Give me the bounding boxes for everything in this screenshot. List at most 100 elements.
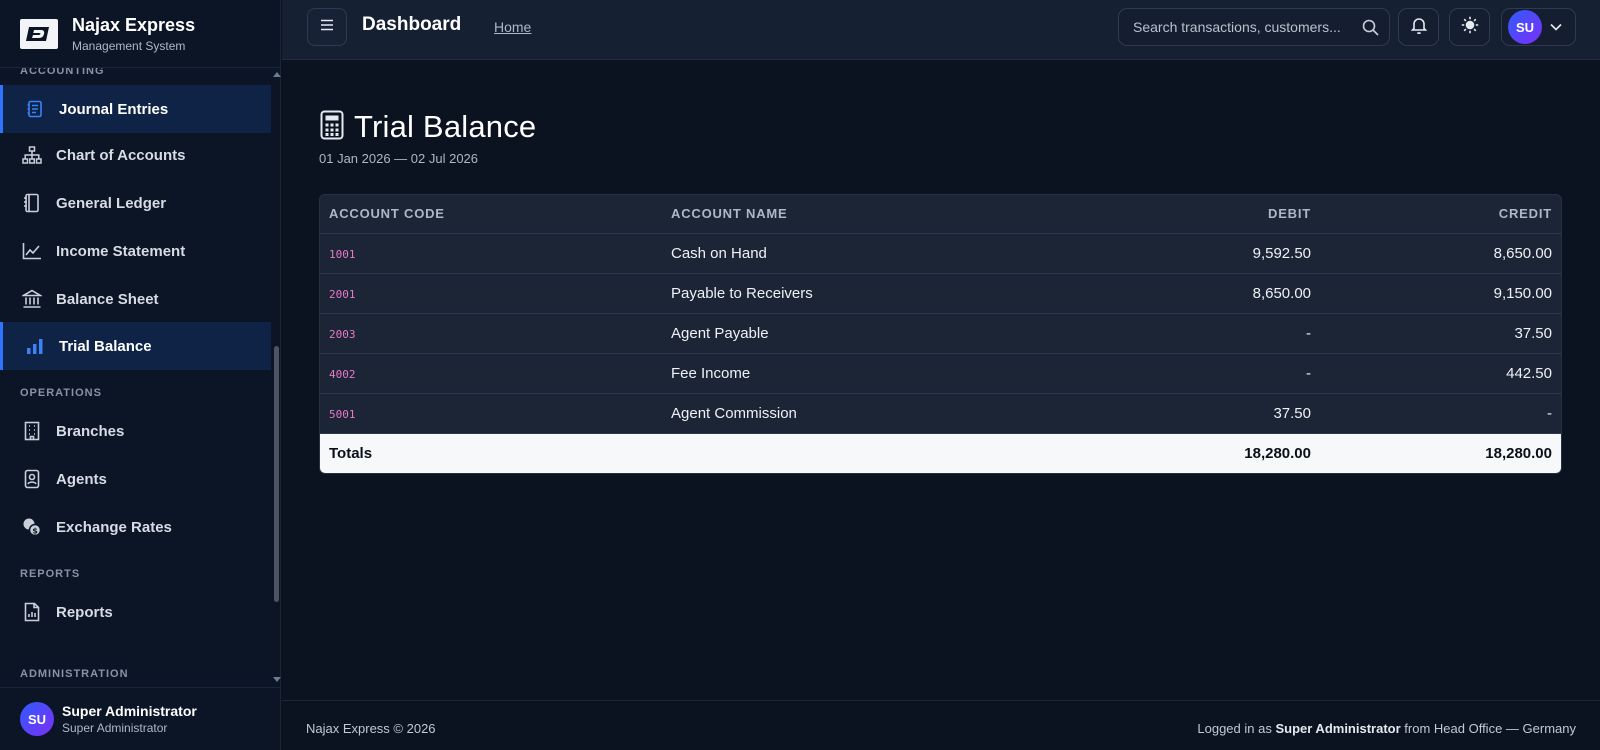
footer-login-prefix: Logged in as bbox=[1197, 721, 1272, 736]
footer-copyright: Najax Express © 2026 bbox=[306, 721, 436, 736]
sidebar: Najax Express Management System ACCOUNTI… bbox=[0, 0, 281, 750]
bar-chart-icon bbox=[25, 336, 45, 356]
section-label-reports: REPORTS bbox=[20, 568, 81, 580]
table-row[interactable]: 5001 Agent Commission 37.50 - bbox=[320, 393, 1561, 434]
calculator-icon bbox=[320, 110, 344, 145]
footer-login-suffix: from Head Office — Germany bbox=[1404, 721, 1576, 736]
sitemap-icon bbox=[22, 145, 42, 165]
bank-icon bbox=[22, 289, 42, 309]
sidebar-user[interactable]: SU Super Administrator Super Administrat… bbox=[0, 687, 281, 750]
user-role: Super Administrator bbox=[62, 720, 168, 735]
account-name: Payable to Receivers bbox=[662, 273, 1038, 314]
credit-value: 9,150.00 bbox=[1320, 273, 1561, 314]
building-icon bbox=[22, 421, 42, 441]
search-box[interactable] bbox=[1118, 8, 1390, 46]
ledger-icon bbox=[22, 193, 42, 213]
chevron-down-icon bbox=[1550, 18, 1562, 36]
credit-value: - bbox=[1320, 393, 1561, 434]
sun-icon bbox=[1461, 16, 1479, 39]
account-name: Agent Commission bbox=[662, 393, 1038, 434]
scroll-down-arrow-icon[interactable] bbox=[273, 677, 281, 682]
svg-text:$: $ bbox=[32, 527, 38, 536]
sidebar-item-agents[interactable]: Agents bbox=[0, 455, 271, 503]
totals-credit: 18,280.00 bbox=[1320, 433, 1561, 473]
table-row[interactable]: 1001 Cash on Hand 9,592.50 8,650.00 bbox=[320, 233, 1561, 274]
page-title: Dashboard bbox=[362, 14, 462, 35]
id-badge-icon bbox=[22, 469, 42, 489]
line-chart-icon bbox=[22, 241, 42, 261]
trial-balance-title: Trial Balance bbox=[354, 109, 537, 144]
debit-value: 37.50 bbox=[1038, 393, 1320, 434]
debit-value: - bbox=[1038, 313, 1320, 354]
hamburger-icon bbox=[320, 18, 334, 36]
notifications-button[interactable] bbox=[1398, 8, 1439, 46]
report-icon bbox=[22, 602, 42, 622]
profile-menu-button[interactable]: SU bbox=[1501, 8, 1576, 46]
account-code[interactable]: 5001 bbox=[329, 408, 356, 421]
account-code[interactable]: 1001 bbox=[329, 248, 356, 261]
breadcrumb-home-link[interactable]: Home bbox=[494, 19, 531, 35]
column-header-debit[interactable]: DEBIT bbox=[1038, 195, 1320, 234]
sidebar-item-label: General Ledger bbox=[56, 194, 167, 212]
sidebar-item-general-ledger[interactable]: General Ledger bbox=[0, 179, 271, 227]
scrollbar-thumb[interactable] bbox=[274, 346, 279, 602]
menu-toggle-button[interactable] bbox=[307, 8, 347, 46]
account-name: Cash on Hand bbox=[662, 233, 1038, 274]
date-range: 01 Jan 2026 — 02 Jul 2026 bbox=[319, 151, 479, 166]
account-code[interactable]: 2001 bbox=[329, 288, 356, 301]
table-row[interactable]: 2001 Payable to Receivers 8,650.00 9,150… bbox=[320, 273, 1561, 314]
avatar: SU bbox=[1508, 10, 1542, 44]
table-row[interactable]: 2003 Agent Payable - 37.50 bbox=[320, 313, 1561, 354]
footer: Najax Express © 2026 Logged in as Super … bbox=[282, 700, 1600, 750]
sidebar-item-label: Branches bbox=[56, 422, 125, 440]
section-label-accounting: ACCOUNTING bbox=[20, 68, 105, 77]
table-row[interactable]: 4002 Fee Income - 442.50 bbox=[320, 353, 1561, 394]
search-input[interactable] bbox=[1133, 19, 1351, 35]
section-label-operations: OPERATIONS bbox=[20, 387, 102, 399]
brand[interactable]: Najax Express Management System bbox=[0, 0, 281, 68]
account-code[interactable]: 2003 bbox=[329, 328, 356, 341]
credit-value: 37.50 bbox=[1320, 313, 1561, 354]
brand-subtitle: Management System bbox=[72, 38, 186, 53]
topbar: Dashboard Home SU bbox=[282, 0, 1600, 60]
bell-icon bbox=[1410, 16, 1427, 39]
totals-label: Totals bbox=[320, 433, 662, 473]
sidebar-item-journal-entries[interactable]: Journal Entries bbox=[0, 85, 271, 133]
column-header-account-name[interactable]: ACCOUNT NAME bbox=[662, 195, 1038, 234]
credit-value: 8,650.00 bbox=[1320, 233, 1561, 274]
debit-value: 9,592.50 bbox=[1038, 233, 1320, 274]
section-label-administration: ADMINISTRATION bbox=[20, 668, 129, 680]
sidebar-item-branches[interactable]: Branches bbox=[0, 407, 271, 455]
sidebar-item-chart-of-accounts[interactable]: Chart of Accounts bbox=[0, 131, 271, 179]
brand-name: Najax Express bbox=[72, 14, 196, 35]
journal-icon bbox=[25, 99, 45, 119]
sidebar-item-exchange-rates[interactable]: $ Exchange Rates bbox=[0, 503, 271, 551]
footer-login-user: Super Administrator bbox=[1275, 721, 1401, 736]
footer-login-info: Logged in as Super Administrator from He… bbox=[1197, 721, 1576, 736]
sidebar-item-trial-balance[interactable]: Trial Balance bbox=[0, 322, 271, 370]
sidebar-item-balance-sheet[interactable]: Balance Sheet bbox=[0, 275, 271, 323]
user-name: Super Administrator bbox=[62, 702, 197, 719]
trial-balance-table: ACCOUNT CODE ACCOUNT NAME DEBIT CREDIT 1… bbox=[319, 194, 1562, 474]
avatar: SU bbox=[20, 702, 54, 736]
sidebar-item-label: Chart of Accounts bbox=[56, 146, 186, 164]
sidebar-item-label: Exchange Rates bbox=[56, 518, 172, 536]
scroll-up-arrow-icon[interactable] bbox=[273, 72, 281, 77]
sidebar-item-reports[interactable]: Reports bbox=[0, 588, 271, 636]
sidebar-item-income-statement[interactable]: Income Statement bbox=[0, 227, 271, 275]
sidebar-item-label: Balance Sheet bbox=[56, 290, 159, 308]
theme-toggle-button[interactable] bbox=[1449, 8, 1490, 46]
column-header-credit[interactable]: CREDIT bbox=[1320, 195, 1561, 234]
account-name: Fee Income bbox=[662, 353, 1038, 394]
sidebar-item-label: Trial Balance bbox=[59, 337, 152, 355]
page-heading: Trial Balance bbox=[320, 109, 536, 145]
sidebar-item-label: Agents bbox=[56, 470, 107, 488]
search-icon[interactable] bbox=[1362, 19, 1379, 41]
totals-row: Totals 18,280.00 18,280.00 bbox=[320, 433, 1561, 473]
column-header-account-code[interactable]: ACCOUNT CODE bbox=[320, 195, 662, 234]
totals-spacer bbox=[662, 433, 1038, 473]
debit-value: - bbox=[1038, 353, 1320, 394]
sidebar-scrollbar[interactable] bbox=[272, 68, 281, 686]
account-code[interactable]: 4002 bbox=[329, 368, 356, 381]
coins-icon: $ bbox=[22, 517, 42, 537]
